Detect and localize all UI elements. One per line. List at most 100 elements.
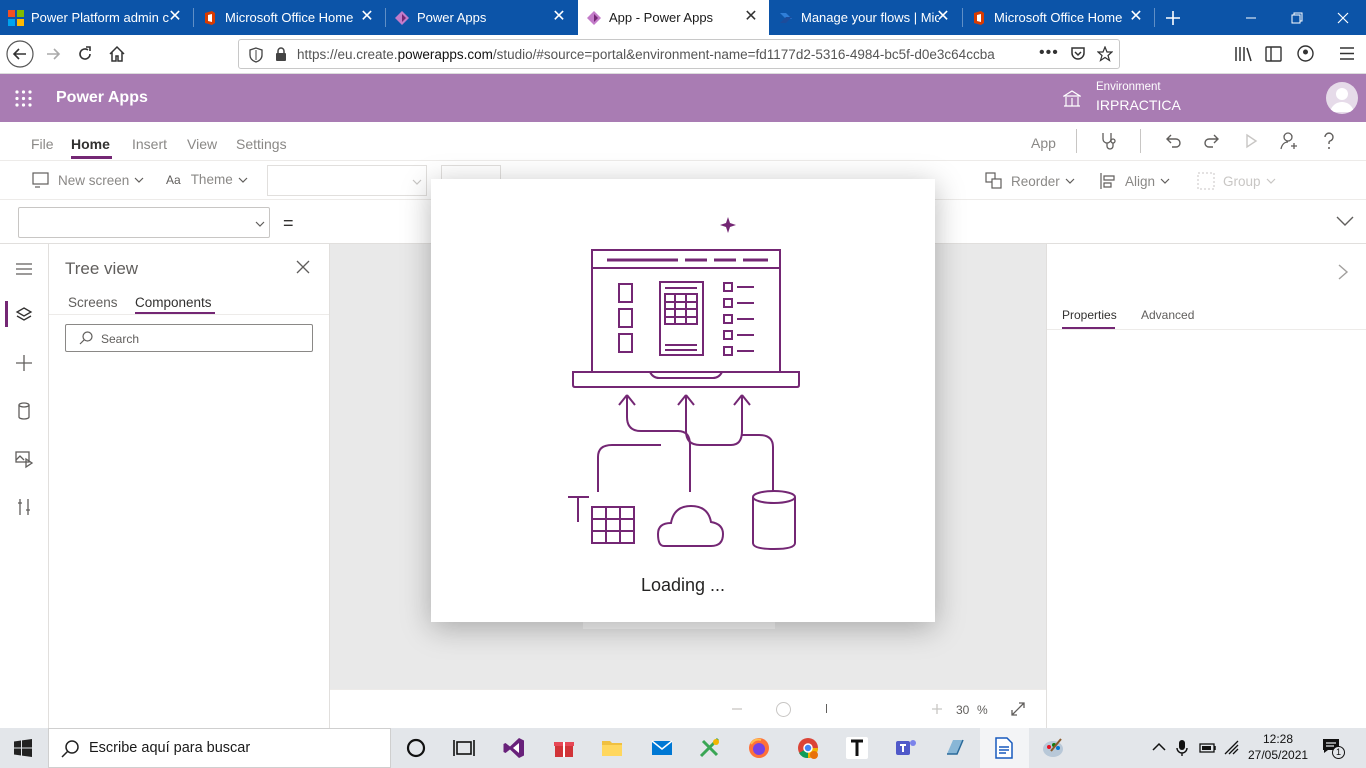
teams-icon[interactable]	[894, 736, 918, 760]
property-dropdown[interactable]	[18, 207, 270, 238]
align-button[interactable]: Align	[1099, 172, 1170, 190]
chevron-right-icon[interactable]	[1337, 264, 1349, 280]
menu-view[interactable]: View	[187, 136, 217, 152]
close-window-button[interactable]	[1320, 0, 1366, 35]
clock-time[interactable]: 12:28	[1262, 732, 1294, 746]
mail-icon[interactable]	[650, 736, 674, 760]
zoom-slider-thumb[interactable]	[776, 702, 791, 717]
task-view-icon[interactable]	[452, 736, 476, 760]
browser-tab-active[interactable]: App - Power Apps ✕	[578, 0, 769, 35]
database-icon[interactable]	[14, 401, 34, 421]
theme-button[interactable]: Aa Theme	[166, 172, 248, 187]
tab-properties[interactable]: Properties	[1062, 308, 1117, 322]
firefox-icon[interactable]	[747, 736, 771, 760]
gift-app-icon[interactable]	[552, 736, 576, 760]
home-button[interactable]	[102, 39, 132, 69]
file-explorer-icon[interactable]	[600, 736, 624, 760]
back-arrow-icon	[6, 40, 34, 68]
chevron-down-icon[interactable]	[1336, 215, 1354, 227]
hamburger-menu-icon[interactable]	[1339, 46, 1355, 61]
fit-to-screen-icon[interactable]	[1010, 701, 1026, 717]
tab-components[interactable]: Components	[135, 295, 212, 310]
reload-button[interactable]	[70, 39, 100, 69]
close-icon[interactable]: ✕	[743, 9, 759, 25]
sidebar-icon[interactable]	[1265, 46, 1282, 62]
tab-screens[interactable]: Screens	[68, 295, 118, 310]
taskbar-active-app[interactable]	[980, 728, 1029, 768]
menu-insert[interactable]: Insert	[132, 136, 167, 152]
advanced-tools-icon[interactable]	[14, 497, 34, 517]
account-icon[interactable]	[1297, 45, 1314, 62]
browser-tab[interactable]: Microsoft Office Home ✕	[963, 0, 1154, 35]
forward-button[interactable]	[38, 39, 68, 69]
chevron-up-icon[interactable]	[1152, 741, 1166, 753]
zoom-in-icon[interactable]	[931, 703, 943, 715]
toolbar-divider	[1076, 129, 1077, 153]
avatar[interactable]	[1326, 82, 1358, 114]
divider	[49, 314, 329, 315]
browser-tab[interactable]: Manage your flows | Mic ✕	[770, 0, 961, 35]
back-button[interactable]	[5, 39, 35, 69]
close-icon[interactable]	[296, 260, 310, 274]
search-input[interactable]: Search	[65, 324, 313, 352]
app-icon[interactable]	[943, 736, 967, 760]
reorder-button[interactable]: Reorder	[985, 172, 1075, 190]
close-icon	[1337, 12, 1349, 23]
stethoscope-icon[interactable]	[1099, 131, 1119, 151]
waffle-icon[interactable]	[15, 90, 32, 107]
browser-tab-title: Power Apps	[417, 10, 487, 25]
environment-icon	[1063, 90, 1081, 107]
address-bar[interactable]: https://eu.create.powerapps.com/studio/#…	[238, 39, 1120, 69]
browser-tab[interactable]: Power Platform admin ce ✕	[0, 0, 193, 35]
close-icon[interactable]: ✕	[1128, 9, 1144, 25]
wifi-icon[interactable]	[1224, 740, 1240, 756]
group-icon	[1197, 172, 1215, 190]
windows-start-icon[interactable]	[14, 739, 32, 757]
library-icon[interactable]	[1234, 46, 1252, 62]
user-avatar-icon	[1330, 88, 1354, 112]
undo-icon[interactable]	[1163, 131, 1183, 151]
chrome-icon[interactable]	[796, 736, 820, 760]
menu-file[interactable]: File	[31, 136, 54, 152]
visual-studio-icon[interactable]	[502, 736, 526, 760]
typora-icon[interactable]	[845, 736, 869, 760]
browser-tab[interactable]: Power Apps ✕	[386, 0, 577, 35]
taskbar-search-input[interactable]: Escribe aquí para buscar	[48, 728, 391, 768]
tab-advanced[interactable]: Advanced	[1141, 308, 1194, 322]
group-button[interactable]: Group	[1197, 172, 1276, 190]
minimize-button[interactable]	[1228, 0, 1274, 35]
page-actions-icon[interactable]: •••	[1039, 44, 1059, 62]
battery-icon[interactable]	[1199, 740, 1217, 756]
paint-icon[interactable]	[1041, 736, 1065, 760]
pocket-icon[interactable]	[1070, 46, 1086, 62]
close-icon[interactable]: ✕	[359, 9, 375, 25]
help-icon[interactable]	[1320, 131, 1338, 151]
layers-icon[interactable]	[14, 305, 34, 325]
reorder-icon	[985, 172, 1002, 189]
bookmark-star-icon[interactable]	[1097, 46, 1113, 62]
microphone-icon[interactable]	[1176, 739, 1188, 757]
new-screen-button[interactable]: New screen	[32, 172, 144, 188]
share-user-icon[interactable]	[1280, 131, 1300, 151]
close-icon[interactable]: ✕	[935, 9, 951, 25]
plus-icon[interactable]	[14, 353, 34, 373]
redo-icon[interactable]	[1202, 131, 1222, 151]
close-icon[interactable]: ✕	[167, 9, 183, 25]
new-tab-button[interactable]	[1150, 0, 1196, 35]
menu-home[interactable]: Home	[71, 136, 110, 152]
cortana-icon[interactable]	[404, 736, 428, 760]
browser-tab[interactable]: Microsoft Office Home ✕	[194, 0, 385, 35]
media-icon[interactable]	[14, 449, 34, 469]
clock-date[interactable]: 27/05/2021	[1248, 748, 1308, 762]
close-icon[interactable]: ✕	[551, 9, 567, 25]
restore-button[interactable]	[1274, 0, 1320, 35]
font-family-dropdown[interactable]	[267, 165, 427, 196]
notification-center-button[interactable]: 1	[1322, 738, 1345, 759]
environment-name[interactable]: IRPRACTICA	[1096, 97, 1181, 113]
play-icon[interactable]	[1242, 132, 1260, 150]
hamburger-icon[interactable]	[14, 259, 34, 279]
zoom-out-icon[interactable]	[731, 703, 743, 715]
app-checker-label[interactable]: App	[1031, 135, 1056, 151]
menu-settings[interactable]: Settings	[236, 136, 287, 152]
tools-app-icon[interactable]	[698, 736, 722, 760]
